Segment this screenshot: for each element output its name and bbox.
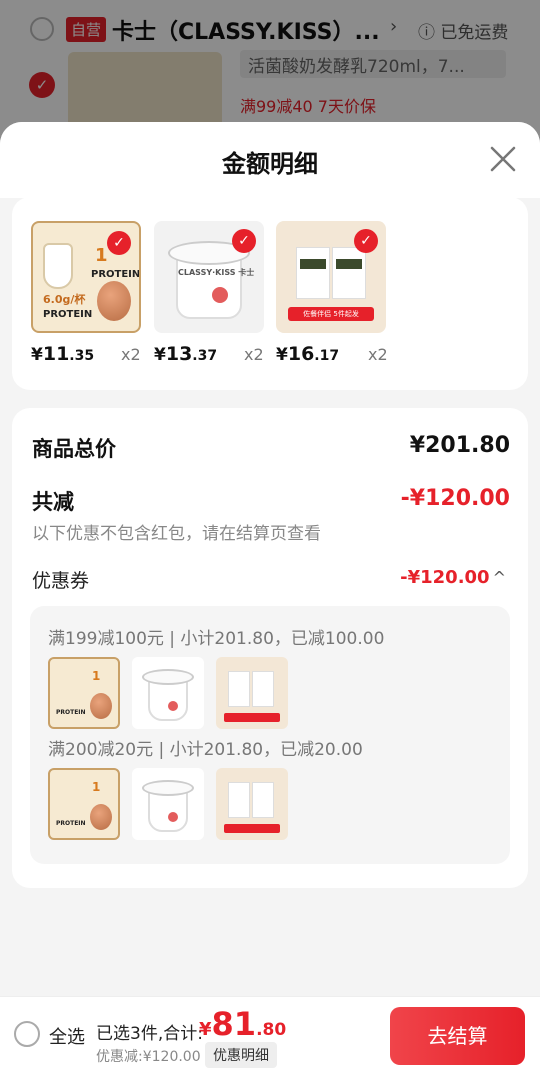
product-thumbnail: 1 PROTEIN bbox=[48, 657, 120, 729]
select-all-radio[interactable] bbox=[14, 1021, 40, 1047]
discount-summary: 优惠减:¥120.00 bbox=[96, 1049, 201, 1065]
total-value: ¥201.80 bbox=[409, 433, 510, 458]
coupon-products: 1 PROTEIN bbox=[48, 768, 288, 840]
products-card: 1 PROTEIN 6.0g/杯 PROTEIN ✓ ¥11.35 x2 CLA… bbox=[12, 197, 528, 390]
item-checked-icon[interactable]: ✓ bbox=[107, 231, 131, 255]
product-thumbnail bbox=[132, 657, 204, 729]
product-price: ¥16.17 bbox=[276, 343, 340, 365]
product-qty: x2 bbox=[121, 345, 141, 364]
coupon-label: 优惠券 bbox=[32, 570, 90, 592]
product-item[interactable]: 1 PROTEIN 6.0g/杯 PROTEIN ✓ ¥11.35 x2 bbox=[31, 221, 141, 365]
summary-card: 商品总价 ¥201.80 共减 -¥120.00 以下优惠不包含红包，请在结算页… bbox=[12, 408, 528, 888]
product-qty: x2 bbox=[368, 345, 388, 364]
product-price: ¥11.35 bbox=[31, 343, 95, 365]
product-qty: x2 bbox=[244, 345, 264, 364]
reduce-label: 共减 bbox=[32, 490, 74, 514]
sheet-title: 金额明细 bbox=[222, 150, 318, 178]
checkout-bar: 全选 已选3件,合计: ¥81.80 优惠减:¥120.00 优惠明细 去结算 bbox=[0, 996, 540, 1072]
coupon-rule: 满200减20元 | 小计201.80，已减20.00 bbox=[48, 740, 363, 760]
discount-note: 以下优惠不包含红包，请在结算页查看 bbox=[32, 524, 321, 544]
product-item[interactable]: CLASSY·KISS 卡士 ✓ ¥13.37 x2 bbox=[154, 221, 264, 365]
total-price: ¥81.80 bbox=[199, 1005, 287, 1043]
product-thumbnail bbox=[216, 657, 288, 729]
total-label: 商品总价 bbox=[32, 437, 116, 461]
checkout-button[interactable]: 去结算 bbox=[390, 1007, 525, 1065]
amount-detail-sheet: 金额明细 1 PROTEIN 6.0g/杯 PROTEIN ✓ ¥11.35 x… bbox=[0, 122, 540, 1072]
coupon-value: -¥120.00 bbox=[400, 567, 490, 588]
coupon-toggle[interactable]: -¥120.00 ^ bbox=[400, 567, 506, 588]
sheet-header: 金额明细 bbox=[0, 122, 540, 198]
discount-detail-button[interactable]: 优惠明细 bbox=[205, 1042, 277, 1068]
product-price: ¥13.37 bbox=[154, 343, 218, 365]
item-checked-icon[interactable]: ✓ bbox=[232, 229, 256, 253]
item-checked-icon[interactable]: ✓ bbox=[354, 229, 378, 253]
product-item[interactable]: 佐餐伴侣 5件起发 ✓ ¥16.17 x2 bbox=[276, 221, 388, 365]
product-thumbnail bbox=[132, 768, 204, 840]
coupon-rule: 满199减100元 | 小计201.80，已减100.00 bbox=[48, 629, 385, 649]
product-image[interactable]: CLASSY·KISS 卡士 ✓ bbox=[154, 221, 264, 333]
selected-summary: 已选3件,合计: bbox=[96, 1024, 203, 1044]
reduce-value: -¥120.00 bbox=[400, 486, 510, 511]
coupon-details: 满199减100元 | 小计201.80，已减100.00 1 PROTEIN bbox=[30, 606, 510, 864]
product-thumbnail bbox=[216, 768, 288, 840]
product-image[interactable]: 1 PROTEIN 6.0g/杯 PROTEIN ✓ bbox=[31, 221, 141, 333]
select-all-label[interactable]: 全选 bbox=[49, 1023, 85, 1049]
product-image[interactable]: 佐餐伴侣 5件起发 ✓ bbox=[276, 221, 386, 333]
overlay-dim[interactable] bbox=[0, 0, 540, 140]
coupon-products: 1 PROTEIN bbox=[48, 657, 288, 729]
close-icon[interactable] bbox=[488, 144, 518, 174]
product-thumbnail: 1 PROTEIN bbox=[48, 768, 120, 840]
chevron-up-icon: ^ bbox=[492, 568, 506, 587]
